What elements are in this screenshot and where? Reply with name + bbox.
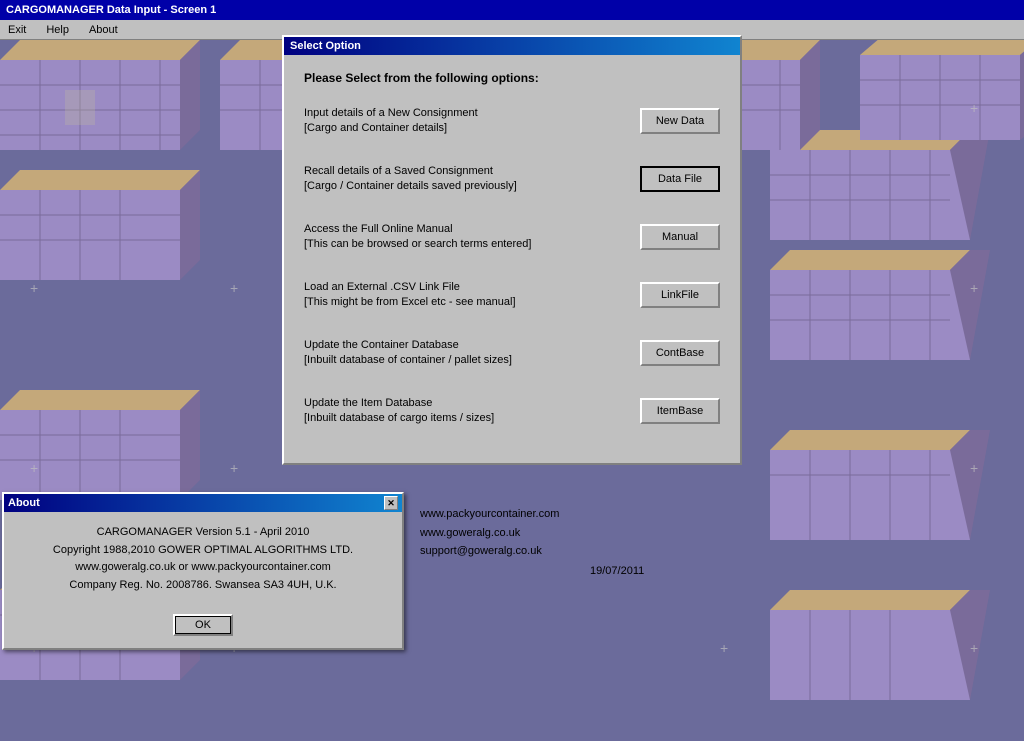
option-line1-cont-base: Update the Container Database <box>304 338 630 353</box>
about-link-1: www.packyourcontainer.com <box>420 505 559 524</box>
option-row-new-data: Input details of a New Consignment [Carg… <box>304 99 720 143</box>
about-body: CARGOMANAGER Version 5.1 - April 2010 Co… <box>4 512 402 606</box>
menu-about[interactable]: About <box>85 23 122 37</box>
option-line2-cont-base: [Inbuilt database of container / pallet … <box>304 353 630 368</box>
option-line2-link-file: [This might be from Excel etc - see manu… <box>304 295 630 310</box>
cont-base-button[interactable]: ContBase <box>640 340 720 366</box>
cargo-tile-7 <box>0 380 200 510</box>
dialog-body: Please Select from the following options… <box>284 55 740 463</box>
about-close-button[interactable]: ✕ <box>384 496 398 510</box>
option-text-data-file: Recall details of a Saved Consignment [C… <box>304 164 640 195</box>
about-title-bar: About ✕ <box>4 494 402 512</box>
about-line-4: Company Reg. No. 2008786. Swansea SA3 4U… <box>20 577 386 595</box>
cross-mark-3: + <box>30 460 38 476</box>
dialog-header: Select Option <box>284 37 740 55</box>
new-data-button[interactable]: New Data <box>640 108 720 134</box>
cargo-tile-10 <box>750 580 990 710</box>
option-text-cont-base: Update the Container Database [Inbuilt d… <box>304 338 640 369</box>
cross-mark-1: + <box>30 280 38 296</box>
item-base-button[interactable]: ItemBase <box>640 398 720 424</box>
about-line-2: Copyright 1988,2010 GOWER OPTIMAL ALGORI… <box>20 542 386 560</box>
about-dialog: About ✕ CARGOMANAGER Version 5.1 - April… <box>2 492 404 650</box>
option-row-manual: Access the Full Online Manual [This can … <box>304 215 720 259</box>
option-line2-item-base: [Inbuilt database of cargo items / sizes… <box>304 411 630 426</box>
option-text-new-data: Input details of a New Consignment [Carg… <box>304 106 640 137</box>
cross-mark-11: + <box>720 640 728 656</box>
option-row-data-file: Recall details of a Saved Consignment [C… <box>304 157 720 201</box>
option-line1-new-data: Input details of a New Consignment <box>304 106 630 121</box>
cross-mark-9: + <box>970 460 978 476</box>
cross-mark-8: + <box>970 280 978 296</box>
main-dialog: Select Option Please Select from the fol… <box>282 35 742 465</box>
option-line1-item-base: Update the Item Database <box>304 396 630 411</box>
cargo-tile-6 <box>750 240 990 370</box>
title-bar: CARGOMANAGER Data Input - Screen 1 <box>0 0 1024 20</box>
option-text-manual: Access the Full Online Manual [This can … <box>304 222 640 253</box>
option-line1-link-file: Load an External .CSV Link File <box>304 280 630 295</box>
option-line2-new-data: [Cargo and Container details] <box>304 121 630 136</box>
option-text-link-file: Load an External .CSV Link File [This mi… <box>304 280 640 311</box>
link-file-button[interactable]: LinkFile <box>640 282 720 308</box>
option-line1-manual: Access the Full Online Manual <box>304 222 630 237</box>
cross-mark-10: + <box>970 640 978 656</box>
option-row-item-base: Update the Item Database [Inbuilt databa… <box>304 389 720 433</box>
cargo-tile-8 <box>750 420 990 550</box>
data-file-button[interactable]: Data File <box>640 166 720 192</box>
menu-exit[interactable]: Exit <box>4 23 30 37</box>
option-line2-data-file: [Cargo / Container details saved previou… <box>304 179 630 194</box>
cross-mark-7: + <box>970 100 978 116</box>
about-link-3: support@goweralg.co.uk <box>420 542 559 561</box>
cargo-tile-11 <box>840 40 1024 150</box>
about-date: 19/07/2011 <box>590 565 644 577</box>
option-text-item-base: Update the Item Database [Inbuilt databa… <box>304 396 640 427</box>
cargo-tile-5 <box>0 160 200 290</box>
dialog-heading: Please Select from the following options… <box>304 71 720 85</box>
option-line1-data-file: Recall details of a Saved Consignment <box>304 164 630 179</box>
about-line-1: CARGOMANAGER Version 5.1 - April 2010 <box>20 524 386 542</box>
option-line2-manual: [This can be browsed or search terms ent… <box>304 237 630 252</box>
option-row-cont-base: Update the Container Database [Inbuilt d… <box>304 331 720 375</box>
app-title: CARGOMANAGER Data Input - Screen 1 <box>6 4 216 16</box>
dialog-header-title: Select Option <box>290 40 361 52</box>
cross-mark-4: + <box>230 460 238 476</box>
about-line-3: www.goweralg.co.uk or www.packyourcontai… <box>20 559 386 577</box>
about-link-2: www.goweralg.co.uk <box>420 524 559 543</box>
about-right-info: www.packyourcontainer.com www.goweralg.c… <box>420 505 559 561</box>
about-ok-row: OK <box>4 606 402 648</box>
manual-button[interactable]: Manual <box>640 224 720 250</box>
option-row-link-file: Load an External .CSV Link File [This mi… <box>304 273 720 317</box>
menu-help[interactable]: Help <box>42 23 73 37</box>
cross-mark-2: + <box>230 280 238 296</box>
cargo-tile-1 <box>0 40 200 160</box>
about-title-label: About <box>8 497 40 509</box>
about-ok-button[interactable]: OK <box>173 614 233 636</box>
